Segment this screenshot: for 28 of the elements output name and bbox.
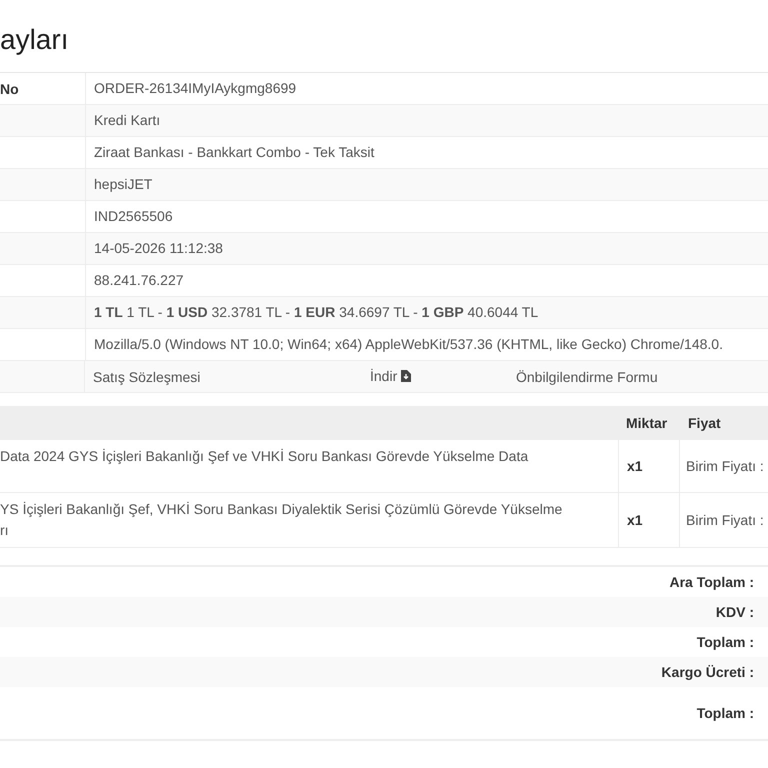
row-value: 14-05-2026 11:12:38 xyxy=(85,233,768,264)
document-name: Önbilgilendirme Formu xyxy=(515,368,659,384)
column-header: Fiyat xyxy=(687,415,722,431)
row-value: Mozilla/5.0 (Windows NT 10.0; Win64; x64) AppleWebKit/537.36 (KHTML, like Gecko) Chrome/148.0. xyxy=(85,329,768,360)
row-value: Ziraat Bankası - Bankkart Combo - Tek Taksit xyxy=(85,137,768,168)
total-label: Ara Toplam : xyxy=(669,574,754,590)
file-download-icon xyxy=(401,370,412,382)
column-header: Miktar xyxy=(625,415,668,431)
total-label: Toplam : xyxy=(696,705,754,721)
quantity: x1 xyxy=(618,440,680,492)
row-value: 88.241.76.227 xyxy=(85,265,768,296)
quantity: x1 xyxy=(618,493,680,547)
unit-price: Birim Fiyatı : xyxy=(685,457,765,476)
product-name: Data 2024 GYS İçişleri Bakanlığı Şef ve VHKİ Soru Bankası Görevde Yükselme Data xyxy=(0,447,530,466)
total-label: KDV : xyxy=(716,604,754,620)
total-label: Toplam : xyxy=(696,634,754,650)
page-title: ayları xyxy=(0,23,70,57)
row-value: 1 TL 1 TL - 1 USD 32.3781 TL - 1 EUR 34.6697 TL - 1 GBP 40.6044 TL xyxy=(85,297,768,328)
row-value: ORDER-26134IMyIAykgmg8699 xyxy=(85,73,768,104)
product-name: YS İçişleri Bakanlığı Şef, VHKİ Soru Bankası Diyalektik Serisi Çözümlü Görevde Yükselme rı xyxy=(0,500,564,540)
row-label: No xyxy=(0,80,20,96)
download-link[interactable]: İndir xyxy=(370,368,412,384)
total-label: Kargo Ücreti : xyxy=(661,664,754,680)
row-value: IND2565506 xyxy=(85,201,768,232)
unit-price: Birim Fiyatı : xyxy=(685,511,765,530)
row-value: hepsiJET xyxy=(85,169,768,200)
row-value: Kredi Kartı xyxy=(85,105,768,136)
document-name: Satış Sözleşmesi xyxy=(92,368,202,384)
